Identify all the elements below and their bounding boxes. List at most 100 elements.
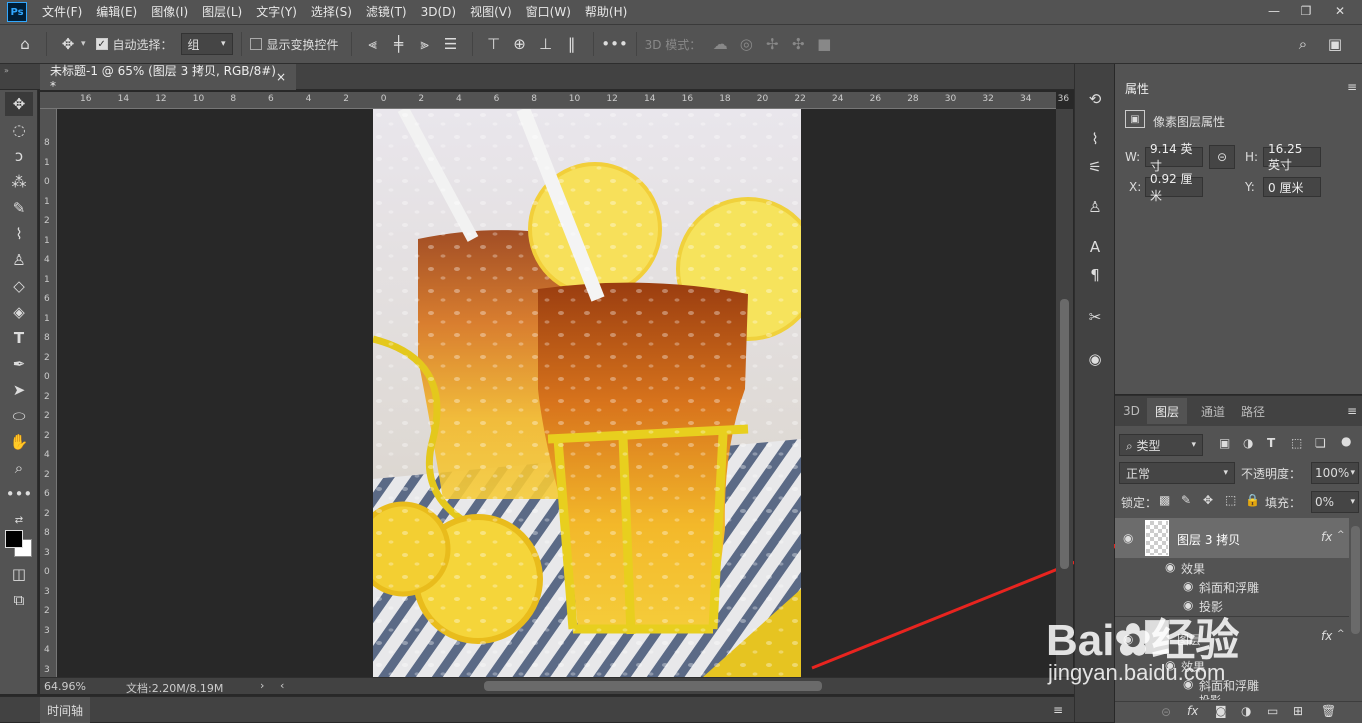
distribute-icon[interactable]: ☰ <box>438 31 464 57</box>
restore-icon[interactable]: ❐ <box>1290 0 1322 22</box>
x-field[interactable]: 0.92 厘米 <box>1145 172 1203 203</box>
width-field[interactable]: 9.14 英寸 <box>1145 142 1203 173</box>
character-icon[interactable]: A <box>1081 234 1109 260</box>
menu-filter[interactable]: 滤镜(T) <box>359 0 414 24</box>
chevron-down-icon[interactable]: ▾ <box>81 39 86 49</box>
pen-tool-icon[interactable]: ✒ <box>5 352 33 376</box>
lasso-tool-icon[interactable]: ↄ <box>5 144 33 168</box>
fill-field[interactable]: 0% ▾ <box>1311 491 1359 513</box>
tab-3d[interactable]: 3D <box>1115 398 1148 424</box>
zoom-tool-icon[interactable]: ⌕ <box>5 456 33 480</box>
filter-pixel-icon[interactable]: ▣ <box>1219 436 1230 450</box>
lock-artboard-icon[interactable]: ⬚ <box>1225 493 1236 507</box>
menu-help[interactable]: 帮助(H) <box>578 0 634 24</box>
eyedropper-tool-icon[interactable]: ✎ <box>5 196 33 220</box>
stamp-tool-icon[interactable]: ♙ <box>5 248 33 272</box>
home-icon[interactable]: ⌂ <box>12 31 38 57</box>
align-vcenter-icon[interactable]: ⊕ <box>507 31 533 57</box>
move-tool-icon[interactable]: ✥ <box>55 31 81 57</box>
type-tool-icon[interactable]: T <box>5 326 33 350</box>
ellipse-tool-icon[interactable]: ⬭ <box>5 404 33 428</box>
collapse-effects-icon[interactable]: ^ <box>1337 530 1345 540</box>
link-icon[interactable]: ⊝ <box>1209 145 1235 169</box>
swap-colors-icon[interactable]: ⇄ <box>5 508 33 532</box>
layers-menu-icon[interactable]: ≡ <box>1347 404 1357 418</box>
new-group-icon[interactable]: ▭ <box>1267 704 1278 718</box>
vertical-scrollbar[interactable] <box>1056 109 1073 677</box>
menu-image[interactable]: 图像(I) <box>144 0 195 24</box>
clone-source-icon[interactable]: ♙ <box>1081 194 1109 220</box>
search-icon[interactable]: ⌕ <box>1290 31 1316 57</box>
zoom-level[interactable]: 64.96% <box>44 680 86 693</box>
lock-all-icon[interactable]: 🔒 <box>1245 493 1260 507</box>
new-adjustment-icon[interactable]: ◑ <box>1241 704 1251 718</box>
new-layer-icon[interactable]: ⊞ <box>1293 704 1303 718</box>
eraser-tool-icon[interactable]: ◇ <box>5 274 33 298</box>
auto-select-checkbox[interactable]: ✓ <box>95 38 108 50</box>
scroll-left-icon[interactable]: ‹ <box>280 679 284 692</box>
tab-layers[interactable]: 图层 <box>1147 398 1188 424</box>
fx-badge[interactable]: fx <box>1321 530 1332 544</box>
close-tab-icon[interactable]: × <box>276 70 286 84</box>
horizontal-scroll-thumb[interactable] <box>484 681 822 691</box>
3d-orbit-icon[interactable]: ☁ <box>707 31 733 57</box>
adjustments-icon[interactable]: ⚟ <box>1081 154 1109 180</box>
screen-mode-icon[interactable]: ⧉ <box>5 588 33 612</box>
path-selection-tool-icon[interactable]: ➤ <box>5 378 33 402</box>
tool-presets-icon[interactable]: ✂ <box>1081 304 1109 330</box>
filter-shape-icon[interactable]: ⬚ <box>1291 436 1302 450</box>
menu-edit[interactable]: 编辑(E) <box>89 0 144 24</box>
libraries-icon[interactable]: ◉ <box>1081 346 1109 372</box>
minimize-icon[interactable]: — <box>1258 0 1290 22</box>
align-hcenter-icon[interactable]: ╪ <box>386 31 412 57</box>
link-layers-icon[interactable]: ⊝ <box>1161 705 1171 719</box>
opacity-field[interactable]: 100% ▾ <box>1311 462 1359 484</box>
add-style-icon[interactable]: fx <box>1187 704 1198 718</box>
lock-transparent-icon[interactable]: ▩ <box>1159 493 1170 507</box>
3d-camera-icon[interactable]: ■ <box>811 31 837 57</box>
filter-toggle-icon[interactable]: ● <box>1341 434 1351 448</box>
more-options-icon[interactable]: ••• <box>601 31 628 57</box>
workspace-icon[interactable]: ▣ <box>1322 31 1348 57</box>
align-top-icon[interactable]: ⊤ <box>481 31 507 57</box>
menu-type[interactable]: 文字(Y) <box>249 0 304 24</box>
menu-window[interactable]: 窗口(W) <box>519 0 578 24</box>
properties-menu-icon[interactable]: ≡ <box>1347 80 1357 94</box>
align-left-icon[interactable]: ⫷ <box>360 31 386 57</box>
vertical-scroll-thumb[interactable] <box>1060 299 1069 569</box>
timeline-tab[interactable]: 时间轴 <box>40 697 90 723</box>
hand-tool-icon[interactable]: ✋ <box>5 430 33 454</box>
add-mask-icon[interactable]: ◙ <box>1215 704 1227 718</box>
paragraph-icon[interactable]: ¶ <box>1081 262 1109 288</box>
show-transform-checkbox[interactable] <box>249 38 262 50</box>
lock-image-icon[interactable]: ✎ <box>1181 493 1191 507</box>
align-bottom-icon[interactable]: ⊥ <box>533 31 559 57</box>
align-right-icon[interactable]: ⫸ <box>412 31 438 57</box>
marquee-tool-icon[interactable]: ◌ <box>5 118 33 142</box>
collapse-icon[interactable]: » <box>4 66 9 75</box>
y-field[interactable]: 0 厘米 <box>1263 177 1321 197</box>
3d-slide-icon[interactable]: ✣ <box>785 31 811 57</box>
delete-layer-icon[interactable]: 🗑 <box>1321 704 1336 718</box>
filter-smart-object-icon[interactable]: ❏ <box>1315 436 1326 450</box>
blend-mode-dropdown[interactable]: 正常 ▾ <box>1119 462 1235 484</box>
brush-tool-icon[interactable]: ⌇ <box>5 222 33 246</box>
visibility-eye-icon[interactable]: ◉ <box>1165 560 1175 574</box>
menu-view[interactable]: 视图(V) <box>463 0 519 24</box>
filter-type-icon[interactable]: T <box>1267 436 1275 450</box>
panel-menu-icon[interactable]: ≡ <box>1053 703 1063 717</box>
close-window-icon[interactable]: ✕ <box>1324 0 1356 22</box>
3d-pan-icon[interactable]: ✢ <box>759 31 785 57</box>
document-tab[interactable]: 未标题-1 @ 65% (图层 3 拷贝, RGB/8#) * × <box>40 64 296 93</box>
move-tool-icon[interactable]: ✥ <box>5 92 33 116</box>
magic-wand-tool-icon[interactable]: ⁂ <box>5 170 33 194</box>
height-field[interactable]: 16.25 英寸 <box>1263 142 1321 172</box>
menu-file[interactable]: 文件(F) <box>35 0 89 24</box>
menu-select[interactable]: 选择(S) <box>304 0 359 24</box>
auto-select-dropdown[interactable]: 组 ▾ <box>180 33 233 55</box>
quick-mask-icon[interactable]: ◫ <box>5 562 33 586</box>
distribute-vertical-icon[interactable]: ‖ <box>559 31 585 57</box>
menu-layer[interactable]: 图层(L) <box>195 0 249 24</box>
3d-roll-icon[interactable]: ◎ <box>733 31 759 57</box>
history-icon[interactable]: ⟲ <box>1081 86 1109 112</box>
